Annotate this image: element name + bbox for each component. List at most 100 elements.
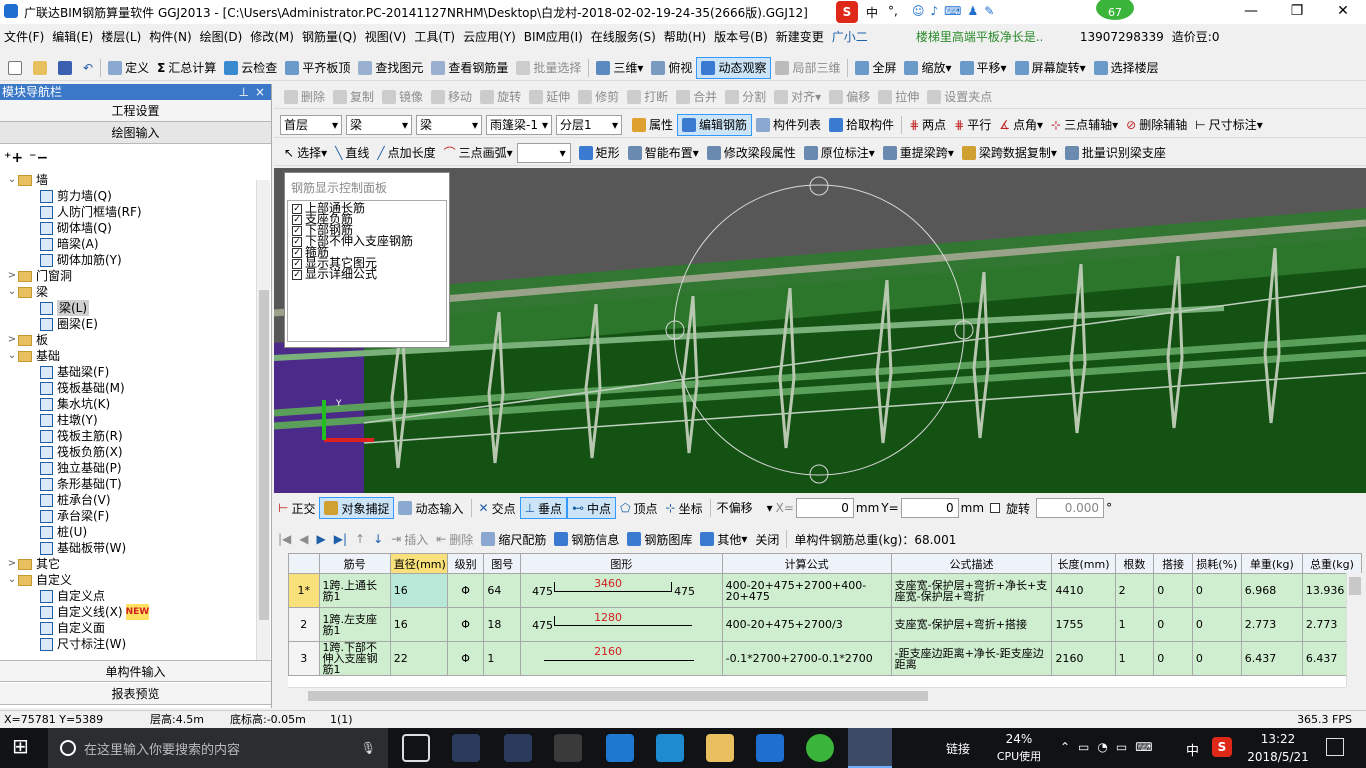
tree-expander-icon[interactable]: ⌄ [6,348,18,364]
save-icon[interactable] [54,57,79,79]
top-view-button[interactable]: 俯视 [647,57,696,79]
edge-icon[interactable] [606,734,634,762]
tree-item[interactable]: 独立基础(P) [6,460,271,476]
tree-folder[interactable]: > 门窗洞 [6,268,271,284]
microphone-icon[interactable]: 🎙 [361,741,376,755]
menu-new-change[interactable]: 新建变更 [772,26,828,48]
summary-calc-button[interactable]: Σ 汇总计算 [153,57,220,79]
cell-dia[interactable]: 16 [389,573,448,608]
in-situ-annotation-button[interactable]: 原位标注 ▾ [800,142,879,164]
type-select[interactable]: 梁 ▾ [416,114,482,135]
set-grip-button[interactable]: 设置夹点 [923,86,996,108]
first-record-icon[interactable]: |◀ [274,528,295,550]
menu-tools[interactable]: 工具(T) [410,26,459,48]
edit-rebar-button[interactable]: 编辑钢筋 [677,113,753,136]
dynamic-observe-button[interactable]: 动态观察 [696,56,772,79]
close-button[interactable]: ✕ [1320,0,1366,24]
cell-fig[interactable]: 64 [483,573,522,608]
cell-count[interactable]: 1 [1114,607,1155,642]
tree-item[interactable]: 人防门框墙(RF) [6,204,271,220]
tree-item[interactable]: 梁(L) [6,300,271,316]
cell-formula[interactable]: 400-20+475+2700+400-20+475 [721,573,892,608]
rotate-button[interactable]: 旋转 [476,86,525,108]
tree-folder[interactable]: ⌄ 墙 [6,172,271,188]
tree-item[interactable]: 尺寸标注(W) [6,636,271,652]
ime-punct[interactable]: °, [888,4,898,18]
cell-len[interactable]: 1755 [1051,607,1116,642]
menu-cloud[interactable]: 云应用(Y) [459,26,520,48]
collapse-all-icon[interactable]: ⁻− [29,150,48,166]
new-file-icon[interactable] [4,57,29,79]
menu-online[interactable]: 在线服务(S) [587,26,660,48]
cell-loss[interactable]: 0 [1191,607,1242,642]
maximize-button[interactable]: ❐ [1274,0,1320,24]
x-input[interactable]: 0 [795,498,854,518]
glodon-g-icon[interactable] [756,734,784,762]
pick-member-button[interactable]: 拾取构件 [825,114,898,136]
cell-fig[interactable]: 1 [483,641,522,676]
drawing-input-button[interactable]: 绘图输入 [0,122,271,144]
pin-icon[interactable]: ⊥ [239,84,249,100]
cell-formula[interactable]: -0.1*2700+2700-0.1*2700 [721,641,892,676]
cell-count[interactable]: 1 [1114,641,1155,676]
sogou-tray-icon[interactable]: S [1212,737,1232,757]
tree-item[interactable]: 自定义线(X) NEW [6,604,271,620]
layer-select[interactable]: 分层1 ▾ [556,114,622,135]
tree-expander-icon[interactable]: ⌄ [6,172,18,188]
offset-button[interactable]: 偏移 [825,86,874,108]
cell-loss[interactable]: 0 [1191,641,1242,676]
rebar-shape-cell[interactable]: 475 1280 [520,607,723,642]
select-floor-button[interactable]: 选择楼层 [1090,57,1163,79]
tree-item[interactable]: 圈梁(E) [6,316,271,332]
dimension-button[interactable]: ⊢ 尺寸标注 ▾ [1191,114,1267,136]
menu-view[interactable]: 视图(V) [361,26,411,48]
tree-scrollbar[interactable] [256,180,270,660]
y-input[interactable]: 0 [900,498,959,518]
tree-item[interactable]: 自定义面 [6,620,271,636]
two-point-axis-button[interactable]: ⋕ 两点 [905,114,950,136]
cell-desc[interactable]: -距支座边距离+净长-距支座边距离 [890,641,1053,676]
vertex-snap-button[interactable]: ⬠ 顶点 [616,497,661,519]
rotate-checkbox[interactable] [990,503,1001,513]
perpendicular-snap-button[interactable]: ⊥ 垂点 [519,497,568,519]
menu-modify[interactable]: 修改(M) [246,26,298,48]
close-grid-button[interactable]: 关闭 [751,528,783,550]
3d-view-button[interactable]: 三维 ▾ [592,57,647,79]
move-up-icon[interactable]: ↑ [351,528,369,550]
checkbox-checked-icon[interactable]: ✓ [292,269,302,280]
properties-button[interactable]: 属性 [628,114,677,136]
menu-file[interactable]: 文件(F) [0,26,48,48]
grid-vscrollbar[interactable] [1346,573,1362,687]
tree-folder[interactable]: ⌄ 自定义 [6,572,271,588]
cell-grade[interactable]: Φ [446,573,485,608]
tree-item[interactable]: 自定义点 [6,588,271,604]
tree-expander-icon[interactable]: ⌄ [6,572,18,588]
batch-identify-support-button[interactable]: 批量识别梁支座 [1061,142,1170,164]
row-number-cell[interactable]: 2 [288,607,320,642]
minimize-button[interactable]: — [1228,0,1274,24]
tray-icons[interactable]: ⌃▭◔▭⌨ [1060,740,1161,754]
file-explorer-icon[interactable] [706,734,734,762]
user-account[interactable]: 13907298339 [1076,26,1168,48]
clock-time[interactable]: 13:22 [1246,732,1310,746]
cell-count[interactable]: 2 [1114,573,1155,608]
cell-grade[interactable]: Φ [446,641,485,676]
menu-member[interactable]: 构件(N) [145,26,195,48]
intersection-snap-button[interactable]: ✕ 交点 [475,497,520,519]
break-button[interactable]: 打断 [623,86,672,108]
tree-expander-icon[interactable]: > [6,268,18,284]
point-angle-button[interactable]: ∡ 点角 ▾ [995,114,1047,136]
tree-item[interactable]: 砌体加筋(Y) [6,252,271,268]
delete-axis-button[interactable]: ⊘ 删除辅轴 [1122,114,1191,136]
define-button[interactable]: 定义 [104,57,153,79]
menu-help[interactable]: 帮助(H) [660,26,710,48]
ime-toolbar-icons[interactable]: ☺♪⌨♟✎ [912,4,1042,20]
zoom-button[interactable]: 缩放 ▾ [900,57,955,79]
other-button[interactable]: 其他 ▾ [696,528,751,550]
menu-edit[interactable]: 编辑(E) [48,26,97,48]
taskbar-search-box[interactable]: 在这里输入你要搜索的内容 🎙 [48,728,388,768]
sogou-ime-icon[interactable]: S [836,1,858,23]
rebar-info-button[interactable]: 钢筋信息 [550,528,623,550]
batch-select-button[interactable]: 批量选择 [512,57,585,79]
midpoint-snap-button[interactable]: ⊷ 中点 [567,497,617,519]
